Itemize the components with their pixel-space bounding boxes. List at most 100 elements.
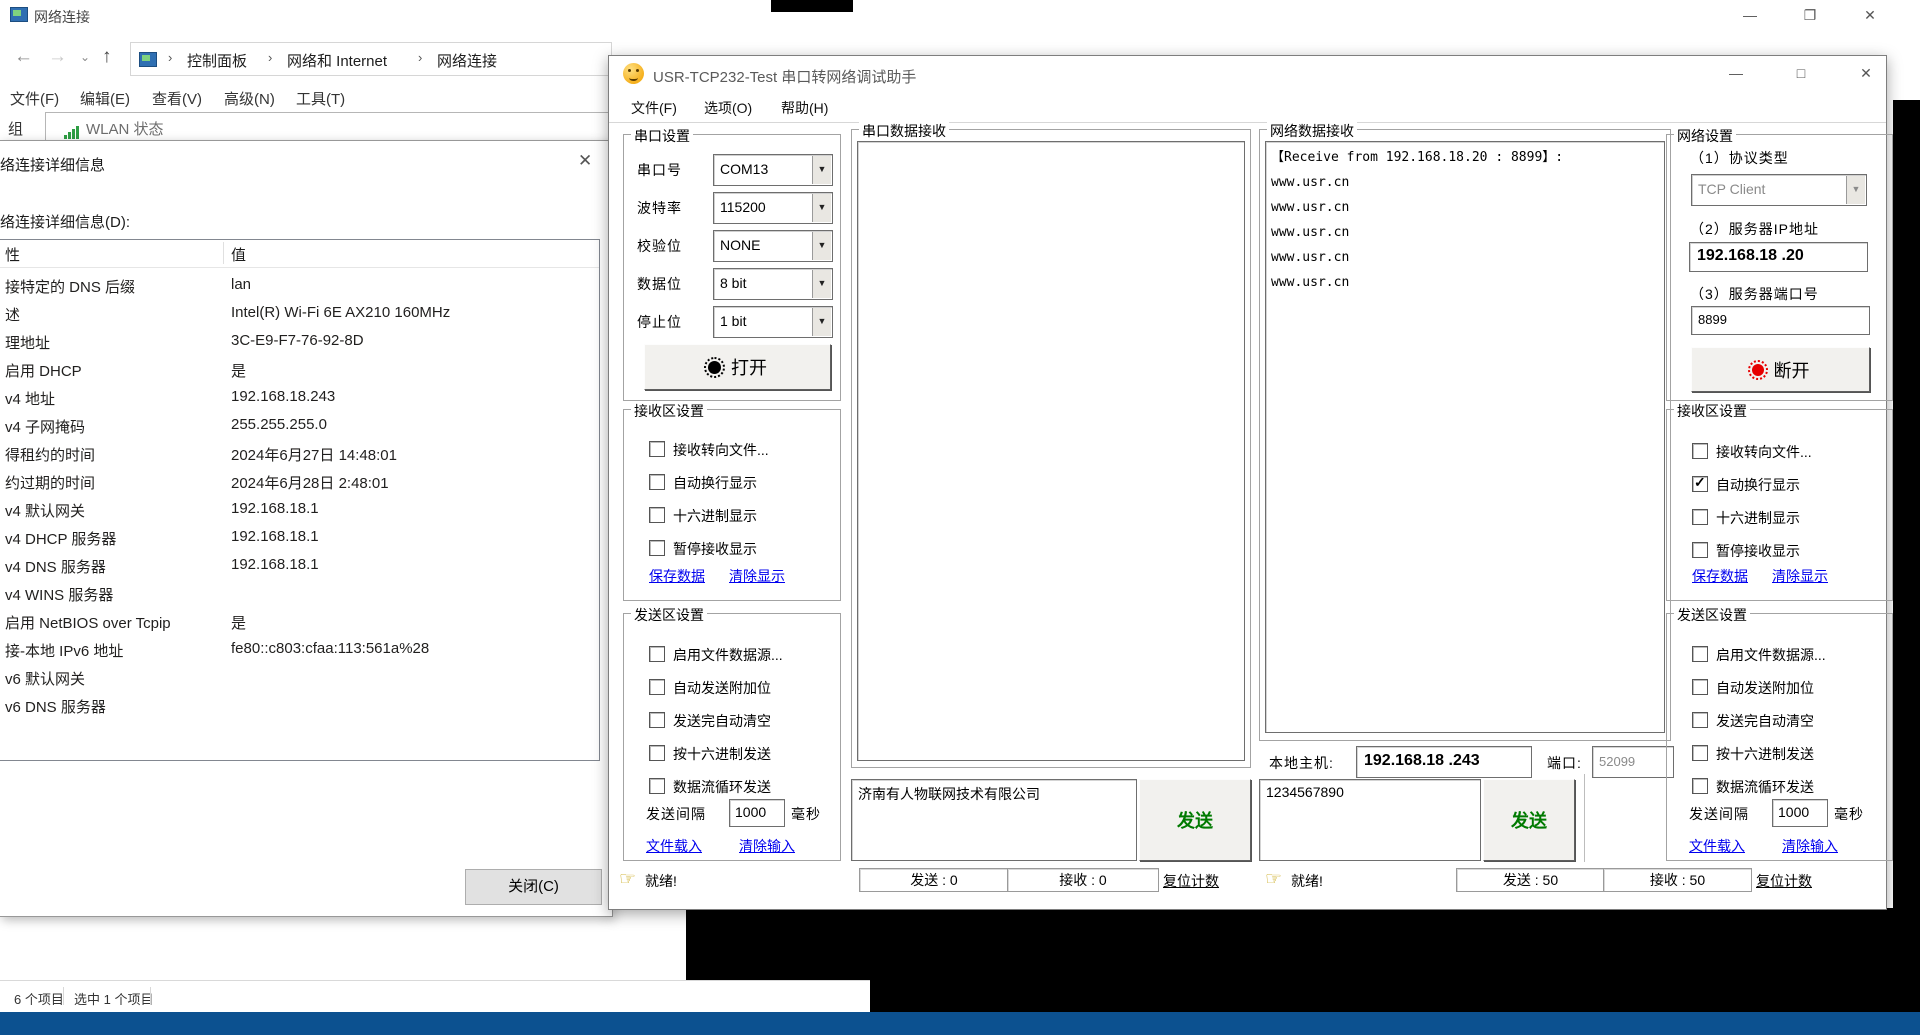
- save-data-link[interactable]: 保存数据: [649, 566, 705, 586]
- breadcrumb-item-control-panel[interactable]: 控制面板: [187, 50, 247, 71]
- server-port-input[interactable]: 8899: [1691, 306, 1870, 335]
- chevron-down-icon[interactable]: ▼: [812, 194, 831, 222]
- net-clear-after-send-checkbox[interactable]: [1692, 712, 1708, 728]
- net-hex-display-checkbox[interactable]: [1692, 509, 1708, 525]
- menu-view[interactable]: 查看(V): [152, 88, 202, 109]
- stop-bits-select[interactable]: 1 bit▼: [713, 306, 833, 338]
- net-send-as-hex-checkbox[interactable]: [1692, 745, 1708, 761]
- net-pause-recv-checkbox[interactable]: [1692, 542, 1708, 558]
- net-file-load-link[interactable]: 文件载入: [1689, 836, 1745, 856]
- parity-label: 校验位: [637, 236, 682, 256]
- up-icon[interactable]: ↑: [102, 46, 112, 68]
- close-icon[interactable]: ✕: [578, 151, 592, 171]
- menu-edit[interactable]: 编辑(E): [80, 88, 130, 109]
- detail-value: 2024年6月28日 2:48:01: [231, 472, 389, 493]
- forward-icon[interactable]: →: [48, 46, 67, 68]
- net-reset-count[interactable]: 复位计数: [1756, 871, 1812, 891]
- serial-port-select[interactable]: COM13▼: [713, 154, 833, 186]
- data-bits-select[interactable]: 8 bit▼: [713, 268, 833, 300]
- net-auto-linefeed-checkbox[interactable]: [1692, 476, 1708, 492]
- usr-menu-help[interactable]: 帮助(H): [781, 98, 828, 118]
- loop-send-label: 数据流循环发送: [673, 777, 771, 797]
- serial-reset-count[interactable]: 复位计数: [1163, 871, 1219, 891]
- serial-send-button[interactable]: 发送: [1139, 779, 1251, 861]
- menu-file[interactable]: 文件(F): [10, 88, 59, 109]
- serial-recv-textarea[interactable]: [857, 141, 1245, 761]
- column-header-property[interactable]: 性: [5, 244, 20, 265]
- clear-input-link[interactable]: 清除输入: [739, 836, 795, 856]
- net-auto-append-label: 自动发送附加位: [1716, 678, 1814, 698]
- file-load-link[interactable]: 文件载入: [646, 836, 702, 856]
- baud-rate-select[interactable]: 115200▼: [713, 192, 833, 224]
- chevron-down-icon[interactable]: ▼: [812, 270, 831, 298]
- net-loop-send-checkbox[interactable]: [1692, 778, 1708, 794]
- open-serial-button[interactable]: 打开: [644, 344, 831, 390]
- send-interval-input[interactable]: 1000: [729, 799, 785, 827]
- recv-line: www.usr.cn: [1271, 270, 1349, 295]
- usr-minimize-button[interactable]: —: [1711, 58, 1761, 88]
- breadcrumb[interactable]: › 控制面板 › 网络和 Internet › 网络连接: [130, 42, 612, 76]
- recent-locations-icon[interactable]: ⌄: [80, 50, 90, 64]
- close-dialog-button[interactable]: 关闭(C): [465, 869, 602, 905]
- menu-advanced[interactable]: 高级(N): [224, 88, 275, 109]
- local-host-ip-input[interactable]: 192.168.18 .243: [1356, 746, 1532, 778]
- net-recv-to-file-checkbox[interactable]: [1692, 443, 1708, 459]
- recv-to-file-checkbox[interactable]: [649, 441, 665, 457]
- net-save-data-link[interactable]: 保存数据: [1692, 566, 1748, 586]
- parity-select[interactable]: NONE▼: [713, 230, 833, 262]
- chevron-down-icon[interactable]: ▼: [812, 156, 831, 184]
- menu-tools[interactable]: 工具(T): [296, 88, 345, 109]
- serial-send-input[interactable]: 济南有人物联网技术有限公司: [851, 779, 1137, 861]
- hex-display-label: 十六进制显示: [673, 506, 757, 526]
- minimize-button[interactable]: —: [1725, 0, 1775, 30]
- net-send-as-hex-label: 按十六进制发送: [1716, 744, 1814, 764]
- detail-property: 启用 DHCP: [5, 360, 82, 381]
- breadcrumb-item-network-connections[interactable]: 网络连接: [437, 50, 497, 71]
- usr-close-button[interactable]: ✕: [1841, 58, 1891, 88]
- file-data-source-label: 启用文件数据源...: [673, 645, 783, 665]
- server-ip-input[interactable]: 192.168.18 .20: [1689, 242, 1868, 272]
- usr-menu-file[interactable]: 文件(F): [631, 98, 677, 118]
- taskbar[interactable]: 14:59: [0, 1012, 1920, 1035]
- net-recv-area-title: 网络数据接收: [1267, 121, 1357, 141]
- breadcrumb-item-network-internet[interactable]: 网络和 Internet: [287, 50, 387, 71]
- file-data-source-checkbox[interactable]: [649, 646, 665, 662]
- maximize-button[interactable]: ❐: [1785, 0, 1835, 30]
- local-port-input[interactable]: 52099: [1592, 746, 1674, 778]
- clear-display-link[interactable]: 清除显示: [729, 566, 785, 586]
- net-recv-textarea[interactable]: 【Receive from 192.168.18.20 : 8899】: www…: [1265, 141, 1665, 733]
- detail-property: v4 默认网关: [5, 500, 85, 521]
- chevron-down-icon[interactable]: ▼: [812, 308, 831, 336]
- net-recv-area-group: 网络数据接收 【Receive from 192.168.18.20 : 889…: [1259, 129, 1671, 741]
- details-list[interactable]: 性 值 接特定的 DNS 后缀lan 述Intel(R) Wi-Fi 6E AX…: [0, 239, 600, 761]
- auto-linefeed-checkbox[interactable]: [649, 474, 665, 490]
- loop-send-checkbox[interactable]: [649, 778, 665, 794]
- back-icon[interactable]: ←: [14, 46, 33, 68]
- column-header-value[interactable]: 值: [231, 244, 246, 265]
- close-button[interactable]: ✕: [1845, 0, 1895, 30]
- connected-led-icon: [1752, 364, 1764, 376]
- net-send-input[interactable]: 1234567890: [1259, 779, 1481, 861]
- detail-property: 约过期的时间: [5, 472, 95, 493]
- protocol-type-select[interactable]: TCP Client▼: [1691, 174, 1867, 206]
- auto-append-checkbox[interactable]: [649, 679, 665, 695]
- usr-menu-options[interactable]: 选项(O): [704, 98, 752, 118]
- header-divider: [0, 267, 599, 268]
- chevron-down-icon[interactable]: ▼: [812, 232, 831, 260]
- desktop: 网络连接 — ❐ ✕ ← → ⌄ ↑ › 控制面板 › 网络和 Internet…: [0, 0, 1920, 1035]
- net-file-data-source-checkbox[interactable]: [1692, 646, 1708, 662]
- net-clear-input-link[interactable]: 清除输入: [1782, 836, 1838, 856]
- net-clear-display-link[interactable]: 清除显示: [1772, 566, 1828, 586]
- net-send-interval-input[interactable]: 1000: [1772, 799, 1828, 827]
- pause-recv-checkbox[interactable]: [649, 540, 665, 556]
- disconnect-button[interactable]: 断开: [1691, 347, 1870, 392]
- net-pause-recv-label: 暂停接收显示: [1716, 541, 1800, 561]
- serial-send-button-label: 发送: [1177, 807, 1213, 833]
- desktop-background-fragment: [771, 0, 853, 12]
- usr-maximize-button[interactable]: □: [1776, 58, 1826, 88]
- net-send-button[interactable]: 发送: [1483, 779, 1575, 861]
- net-auto-append-checkbox[interactable]: [1692, 679, 1708, 695]
- send-as-hex-checkbox[interactable]: [649, 745, 665, 761]
- hex-display-checkbox[interactable]: [649, 507, 665, 523]
- clear-after-send-checkbox[interactable]: [649, 712, 665, 728]
